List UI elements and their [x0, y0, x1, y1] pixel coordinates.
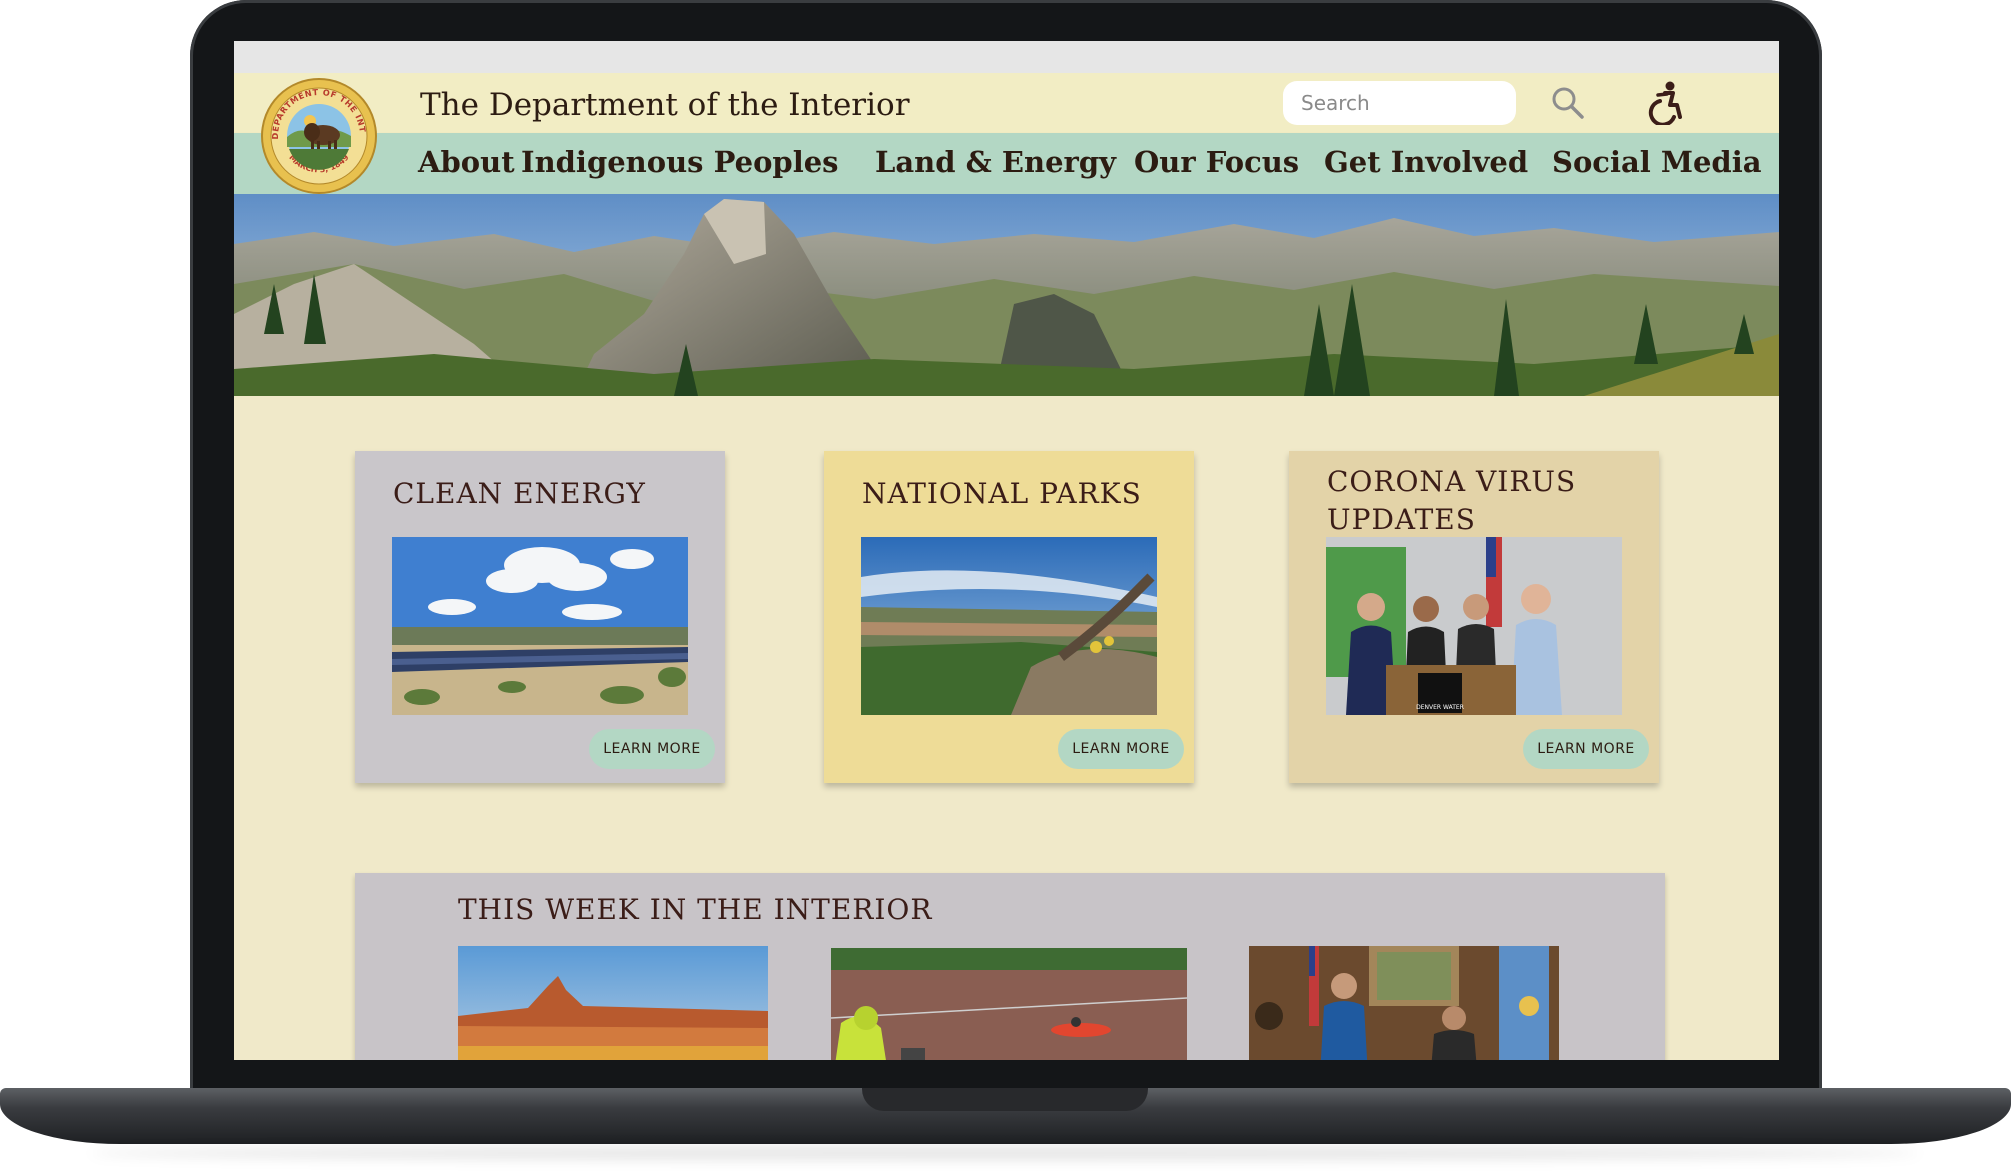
nav-item-land-energy[interactable]: Land & Energy [875, 145, 1116, 179]
site-title[interactable]: The Department of the Interior [420, 87, 910, 123]
learn-more-button[interactable]: LEARN MORE [589, 729, 715, 769]
card-national-parks: NATIONAL PARKS LEARN MORE [824, 451, 1194, 783]
card-title: CLEAN ENERGY [393, 477, 646, 510]
search-input[interactable] [1283, 81, 1516, 125]
nav-item-indigenous-peoples[interactable]: Indigenous Peoples [521, 145, 839, 179]
butte-landscape-image[interactable] [458, 946, 768, 1060]
section-title: THIS WEEK IN THE INTERIOR [458, 893, 933, 926]
nav-item-about[interactable]: About [418, 145, 515, 179]
card-corona-virus-updates: CORONA VIRUS UPDATES DENVER WATER LEARN … [1289, 451, 1659, 783]
this-week-section: THIS WEEK IN THE INTERIOR [355, 873, 1665, 1060]
card-title: CORONA VIRUS UPDATES [1327, 465, 1577, 536]
laptop-screen: The Department of the Interior About Ind… [234, 41, 1779, 1060]
card-clean-energy: CLEAN ENERGY LEARN MORE [355, 451, 725, 783]
card-title: NATIONAL PARKS [862, 477, 1142, 510]
nav-item-social-media[interactable]: Social Media [1552, 145, 1762, 179]
press-conference-image[interactable]: DENVER WATER [1326, 537, 1622, 715]
svg-text:DENVER WATER: DENVER WATER [1416, 704, 1464, 711]
search-icon[interactable] [1550, 85, 1586, 121]
laptop-shadow [90, 1146, 1920, 1160]
canyon-landscape-image[interactable] [861, 537, 1157, 715]
browser-chrome-strip [234, 41, 1779, 73]
learn-more-button[interactable]: LEARN MORE [1058, 729, 1184, 769]
solar-farm-image[interactable] [392, 537, 688, 715]
main-navigation: About Indigenous Peoples Land & Energy O… [234, 133, 1779, 194]
laptop-notch [862, 1088, 1148, 1111]
nav-item-get-involved[interactable]: Get Involved [1324, 145, 1528, 179]
accessibility-icon[interactable] [1646, 81, 1686, 127]
department-seal-logo[interactable]: U.S. DEPARTMENT OF THE INTERIOR MARCH 3,… [256, 69, 378, 195]
learn-more-button[interactable]: LEARN MORE [1523, 729, 1649, 769]
river-survey-image[interactable] [831, 948, 1187, 1060]
nav-item-our-focus[interactable]: Our Focus [1134, 145, 1299, 179]
ceremony-image[interactable] [1249, 946, 1559, 1060]
hero-mountain-image [234, 194, 1779, 396]
